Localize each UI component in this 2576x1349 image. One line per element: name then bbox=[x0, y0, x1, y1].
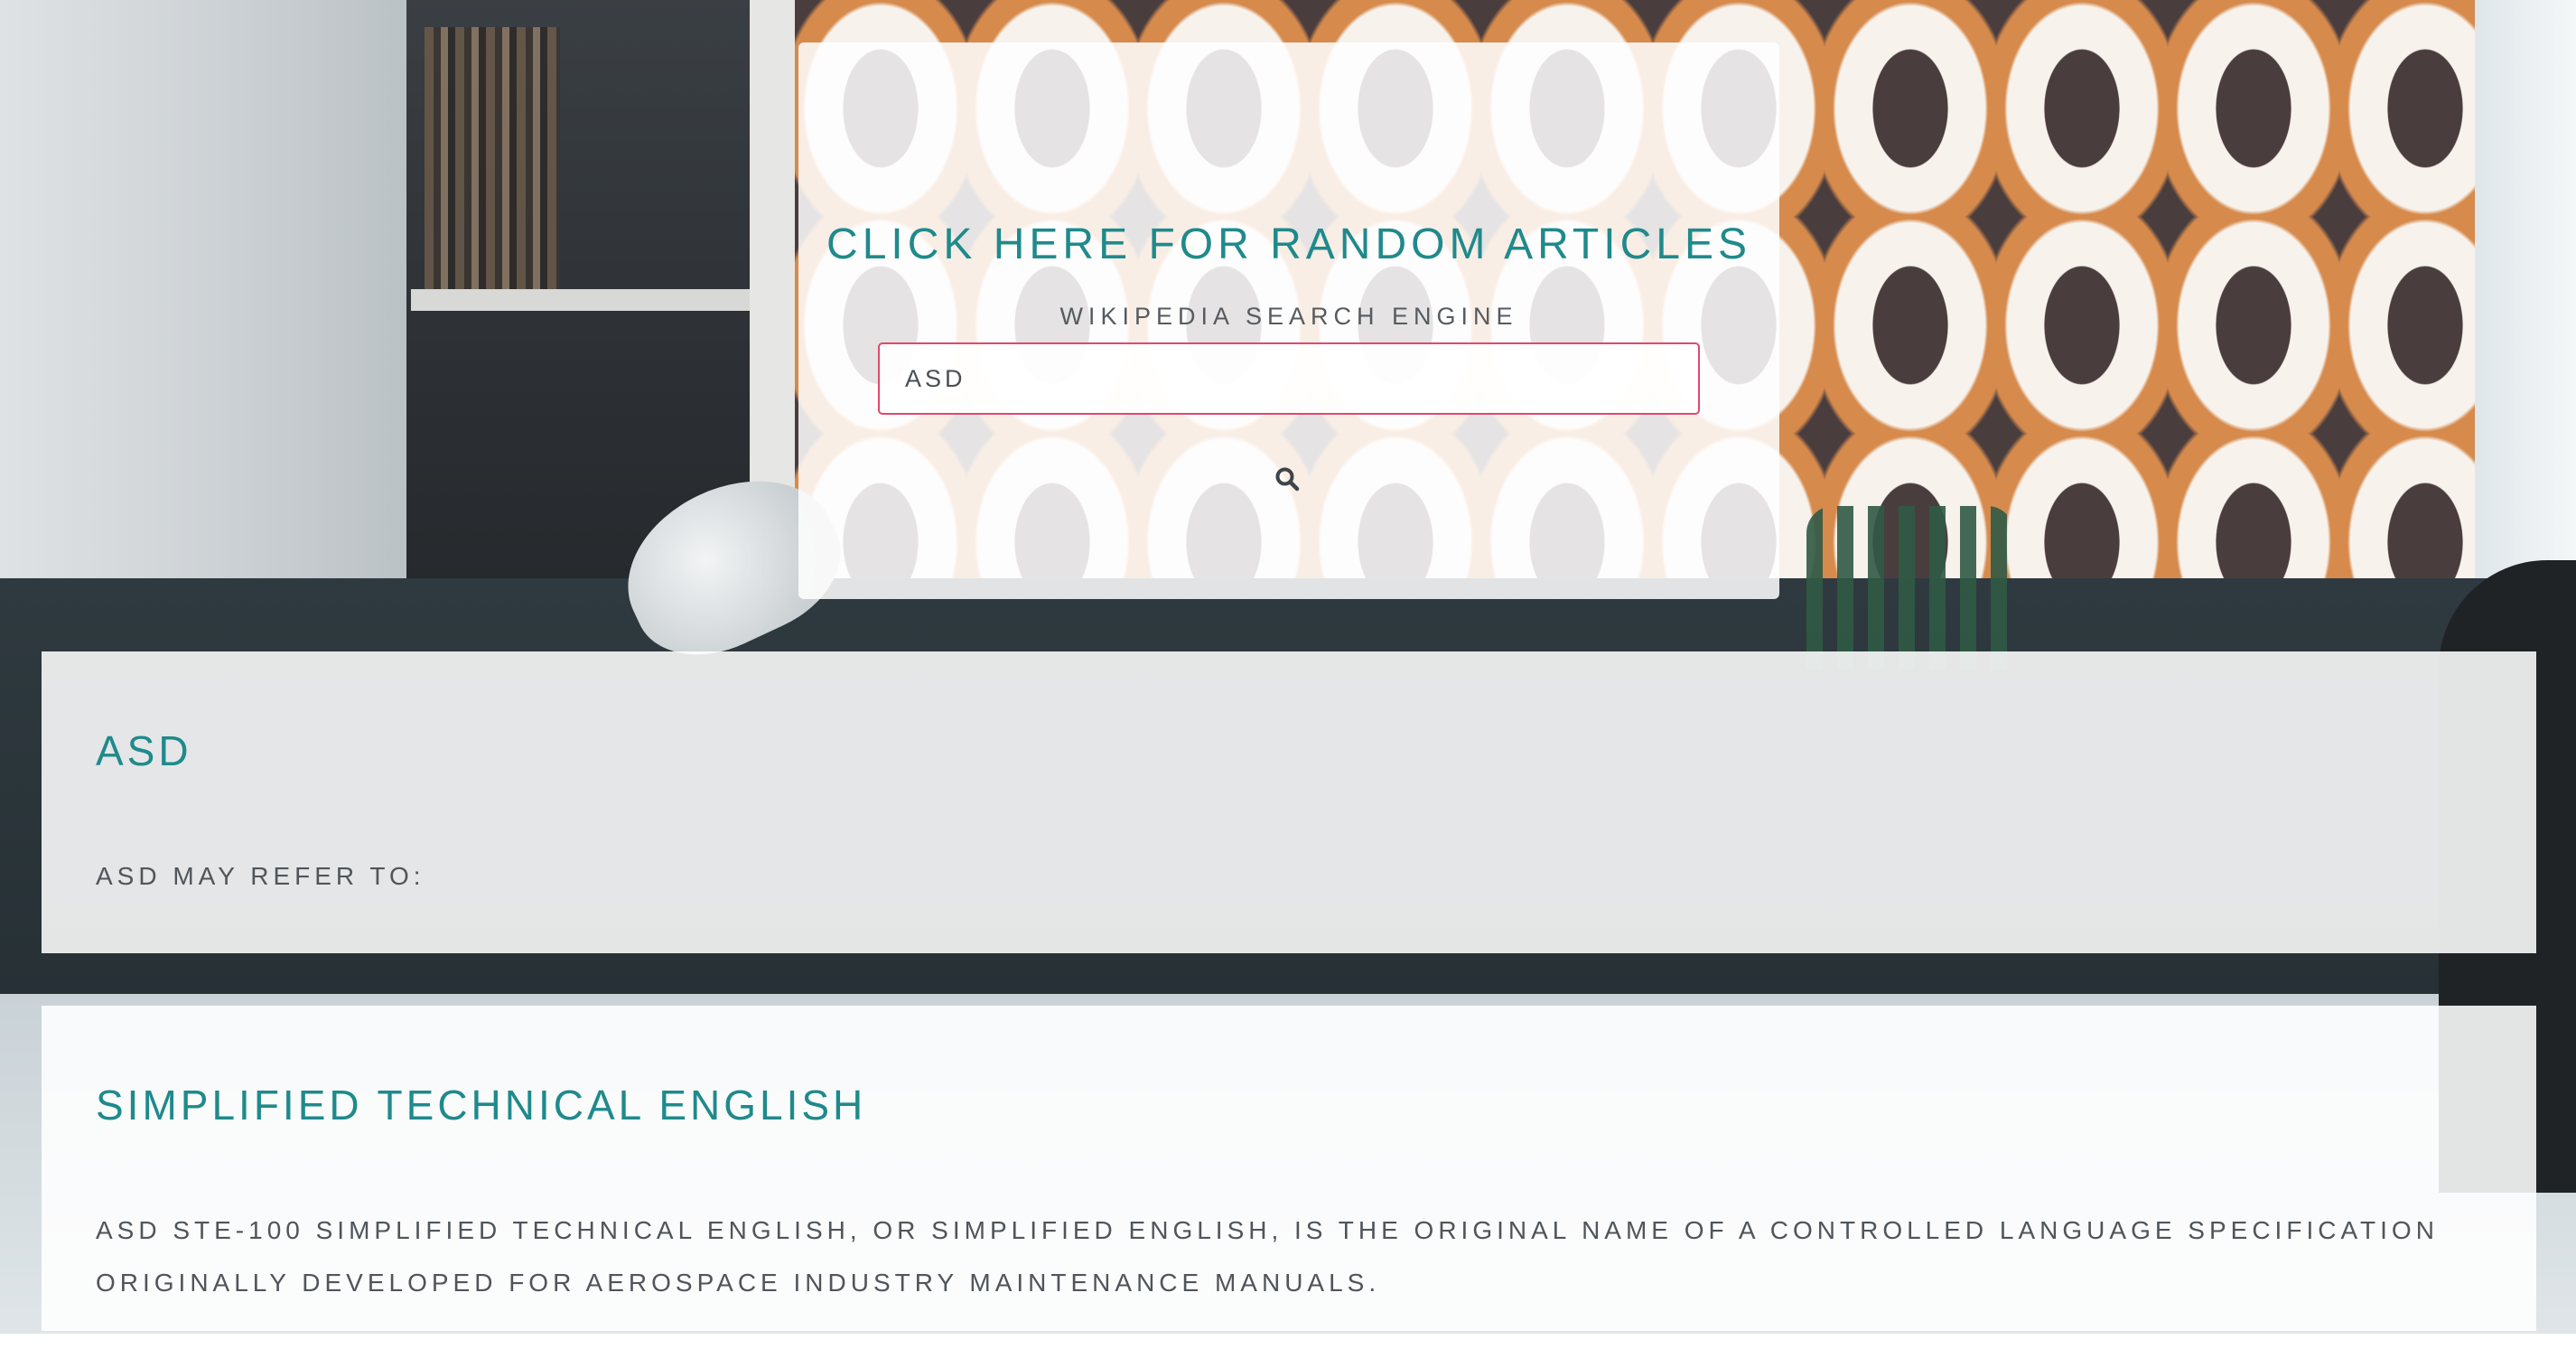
result-title[interactable]: SIMPLIFIED TECHNICAL ENGLISH bbox=[96, 1006, 2482, 1130]
page-subtitle: WIKIPEDIA SEARCH ENGINE bbox=[1059, 303, 1518, 330]
search-results: ASD ASD MAY REFER TO: SIMPLIFIED TECHNIC… bbox=[42, 651, 2536, 1331]
result-card[interactable]: ASD ASD MAY REFER TO: bbox=[42, 651, 2536, 953]
result-snippet: ASD MAY REFER TO: bbox=[96, 862, 425, 890]
search-button[interactable] bbox=[1266, 458, 1308, 500]
search-input[interactable] bbox=[878, 342, 1700, 415]
result-title[interactable]: ASD bbox=[96, 651, 2482, 776]
search-icon bbox=[1275, 467, 1300, 492]
background-plant bbox=[1806, 506, 2014, 669]
random-articles-link[interactable]: CLICK HERE FOR RANDOM ARTICLES bbox=[798, 220, 1779, 269]
result-card[interactable]: SIMPLIFIED TECHNICAL ENGLISH ASD STE-100… bbox=[42, 1006, 2536, 1331]
background-window bbox=[2475, 0, 2576, 578]
background-books bbox=[425, 27, 560, 289]
background-shelf-board bbox=[411, 289, 759, 311]
search-card: CLICK HERE FOR RANDOM ARTICLES WIKIPEDIA… bbox=[798, 42, 1779, 599]
result-snippet: ASD STE-100 SIMPLIFIED TECHNICAL ENGLISH… bbox=[96, 1216, 2439, 1297]
